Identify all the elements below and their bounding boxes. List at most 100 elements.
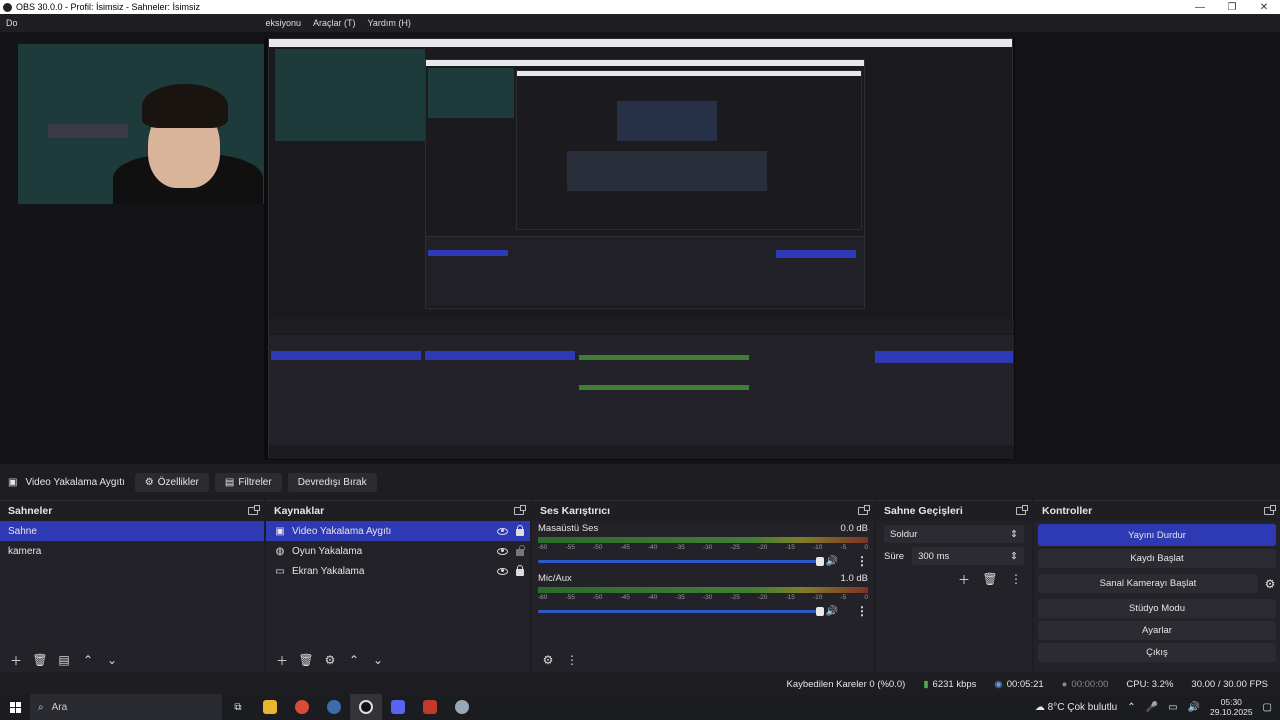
move-up-icon[interactable]: ⌃: [344, 650, 364, 670]
meter-ticks: -60 -55 -50 -45 -40 -35 -30 -25 -20 -15 -10 -5 0: [538, 544, 868, 551]
discord-icon[interactable]: [382, 694, 414, 720]
app-icon[interactable]: [446, 694, 478, 720]
add-source-icon[interactable]: ＋: [272, 650, 292, 670]
advanced-audio-icon[interactable]: ⚙: [538, 650, 558, 670]
fps-counter: 30.00 / 30.00 FPS: [1191, 678, 1268, 690]
duration-spinbox[interactable]: 300 ms ⇕: [912, 547, 1024, 565]
menu-tools[interactable]: Araçlar (T): [307, 18, 362, 28]
obs-taskbar-icon[interactable]: [350, 694, 382, 720]
add-transition-icon[interactable]: ＋: [954, 569, 974, 589]
search-placeholder: Ara: [51, 701, 68, 713]
mixer-menu-icon[interactable]: ⋮: [562, 650, 582, 670]
minimize-button[interactable]: —: [1184, 2, 1216, 13]
move-down-icon[interactable]: ⌄: [102, 650, 122, 670]
source-item[interactable]: ▣ Video Yakalama Aygıtı: [266, 521, 530, 541]
microphone-icon[interactable]: 🎤: [1146, 702, 1158, 713]
volume-slider[interactable]: [538, 606, 824, 616]
scene-item-kamera[interactable]: kamera: [0, 541, 264, 561]
move-up-icon[interactable]: ⌃: [78, 650, 98, 670]
clock-date: 29.10.2025: [1210, 707, 1253, 717]
volume-slider[interactable]: [538, 556, 824, 566]
close-button[interactable]: ✕: [1248, 2, 1280, 13]
game-app-icon[interactable]: [414, 694, 446, 720]
start-recording-button[interactable]: Kaydı Başlat: [1038, 549, 1276, 568]
more-options-icon[interactable]: ⋮: [856, 604, 868, 618]
scene-filters-icon[interactable]: ▤: [54, 650, 74, 670]
menu-edit[interactable]: eksiyonu: [260, 18, 308, 28]
settings-button[interactable]: Ayarlar: [1038, 621, 1276, 640]
stop-stream-button[interactable]: Yayını Durdur: [1038, 524, 1276, 546]
cpu-usage: CPU: 3.2%: [1126, 678, 1174, 690]
menu-file[interactable]: Do: [0, 18, 24, 28]
channel-name: Masaüstü Ses: [538, 523, 599, 534]
popout-icon[interactable]: [514, 505, 526, 515]
volume-icon[interactable]: 🔊: [1188, 702, 1200, 713]
filters-button[interactable]: ▤ Filtreler: [214, 472, 282, 492]
exit-button[interactable]: Çıkış: [1038, 643, 1276, 662]
popout-icon[interactable]: [1264, 505, 1276, 515]
network-icon[interactable]: ▭: [1168, 702, 1177, 713]
popout-icon[interactable]: [858, 505, 870, 515]
steam-icon[interactable]: [318, 694, 350, 720]
source-item[interactable]: ◍ Oyun Yakalama: [266, 541, 530, 561]
scenes-footer: ＋ 🗑 ▤ ⌃ ⌄: [0, 647, 264, 673]
source-settings-icon[interactable]: ⚙: [320, 650, 340, 670]
speaker-icon[interactable]: 🔊: [826, 606, 838, 617]
notification-icon[interactable]: ▢: [1263, 702, 1272, 713]
remove-source-icon[interactable]: 🗑: [296, 650, 316, 670]
slider-thumb[interactable]: [815, 606, 824, 616]
source-item[interactable]: ▭ Ekran Yakalama: [266, 561, 530, 581]
transitions-title: Sahne Geçişleri: [884, 505, 963, 517]
selected-source: ▣ Video Yakalama Aygıtı: [0, 477, 135, 488]
slider-thumb[interactable]: [815, 556, 824, 566]
gear-icon: ⚙: [144, 476, 154, 488]
transitions-dock: Sahne Geçişleri Soldur ⇕ Süre 300 ms ⇕ ＋…: [876, 500, 1032, 672]
chevron-up-icon[interactable]: ⌃: [1127, 702, 1135, 713]
properties-button[interactable]: ⚙ Özellikler: [134, 472, 209, 492]
task-view-icon[interactable]: ⧉: [222, 694, 254, 720]
move-down-icon[interactable]: ⌄: [368, 650, 388, 670]
visibility-eye-icon[interactable]: [497, 567, 508, 575]
virtual-camera-button[interactable]: Sanal Kamerayı Başlat: [1038, 574, 1258, 593]
remove-scene-icon[interactable]: 🗑: [30, 650, 50, 670]
file-explorer-icon[interactable]: [254, 694, 286, 720]
filter-icon: ▤: [224, 476, 235, 488]
deactivate-label: Devredışı Bırak: [297, 476, 367, 488]
visibility-eye-icon[interactable]: [497, 527, 508, 535]
window-title: OBS 30.0.0 - Profil: İsimsiz - Sahneler:…: [16, 2, 201, 12]
start-button[interactable]: [0, 701, 30, 713]
unlock-icon[interactable]: [516, 545, 525, 556]
source-label: Video Yakalama Aygıtı: [292, 525, 392, 537]
remove-transition-icon[interactable]: 🗑: [980, 569, 1000, 589]
lock-icon[interactable]: [516, 565, 524, 576]
visibility-eye-icon[interactable]: [497, 547, 508, 555]
transitions-header: Sahne Geçişleri: [876, 501, 1032, 521]
clock-time: 05:30: [1220, 697, 1242, 707]
transition-menu-icon[interactable]: ⋮: [1006, 569, 1026, 589]
maximize-button[interactable]: ❐: [1216, 2, 1248, 13]
popout-icon[interactable]: [248, 505, 260, 515]
menu-help[interactable]: Yardım (H): [362, 18, 417, 28]
more-options-icon[interactable]: ⋮: [856, 554, 868, 568]
gear-icon[interactable]: ⚙: [1260, 577, 1280, 591]
scenes-list: Sahne kamera ＋ 🗑 ▤ ⌃ ⌄: [0, 521, 264, 673]
sources-dock: Kaynaklar ▣ Video Yakalama Aygıtı ◍ Oyun…: [266, 500, 530, 672]
popout-icon[interactable]: [1016, 505, 1028, 515]
monitor-icon: ▭: [275, 565, 285, 577]
chrome-icon[interactable]: [286, 694, 318, 720]
studio-mode-button[interactable]: Stüdyo Modu: [1038, 599, 1276, 618]
transition-select[interactable]: Soldur ⇕: [884, 525, 1024, 543]
search-icon: ⌕: [38, 701, 44, 713]
add-scene-icon[interactable]: ＋: [6, 650, 26, 670]
sources-header: Kaynaklar: [266, 501, 530, 521]
windows-taskbar: ⌕ Ara ⧉ ☁ 8°C Çok bulutlu ⌃ 🎤 ▭ 🔊 05:30 …: [0, 694, 1280, 720]
scene-item-sahne[interactable]: Sahne: [0, 521, 264, 541]
deactivate-button[interactable]: Devredışı Bırak: [287, 472, 377, 492]
speaker-icon[interactable]: 🔊: [826, 556, 838, 567]
preview-area[interactable]: [0, 32, 1280, 464]
weather-widget[interactable]: ☁ 8°C Çok bulutlu: [1035, 702, 1117, 713]
taskbar-clock[interactable]: 05:30 29.10.2025: [1210, 697, 1253, 717]
taskbar-search[interactable]: ⌕ Ara: [30, 694, 222, 720]
source-label: Oyun Yakalama: [292, 545, 363, 557]
lock-icon[interactable]: [516, 525, 524, 536]
